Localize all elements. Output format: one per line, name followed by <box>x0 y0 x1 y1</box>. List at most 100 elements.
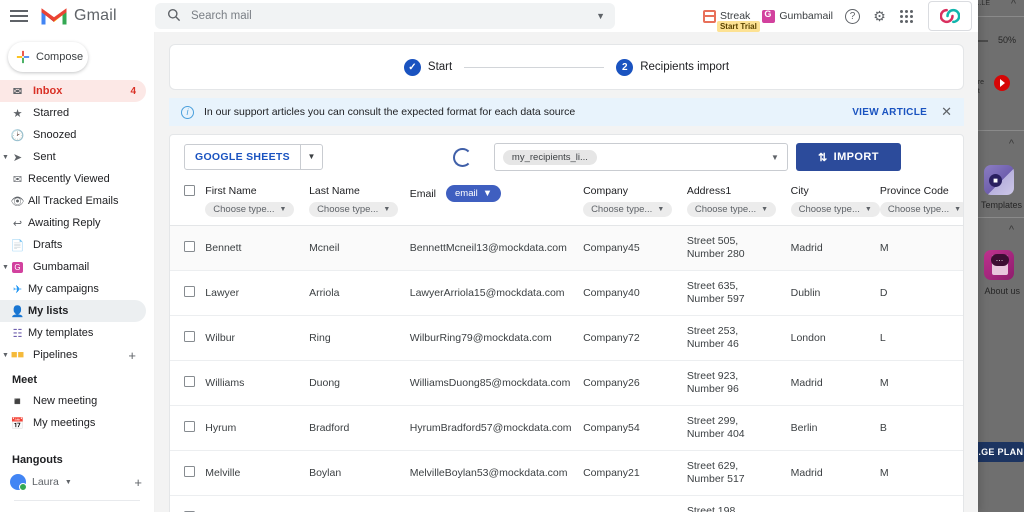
step-start[interactable]: ✓ Start <box>403 58 452 76</box>
streak-button[interactable]: Streak Start Trial <box>702 9 760 32</box>
type-selector[interactable]: Choose type... ▼ <box>583 202 673 217</box>
type-selector[interactable]: Choose type... ▼ <box>686 202 777 217</box>
gear-icon[interactable]: ⚙ <box>872 8 887 24</box>
checkbox-unchecked[interactable] <box>184 420 195 432</box>
cell-city: Rome <box>790 495 880 512</box>
gumbamail-button[interactable]: Gumbamail <box>762 9 833 23</box>
row-select-cell <box>170 270 206 316</box>
sidebar-item-label: Awaiting Reply <box>28 217 101 229</box>
column-header-address1: Address1 Choose type... ▼ <box>686 179 791 226</box>
table-row[interactable]: HarvySpanglerHarvySpangler45@mockdata.co… <box>170 495 963 512</box>
table-row[interactable]: Hyrum Bradford HyrumBradford57@mockdata.co… <box>170 405 963 451</box>
cell-first-name: Lawyer <box>205 270 310 316</box>
sidebar-item-recently-viewed[interactable]: ✉ Recently Viewed <box>0 168 146 190</box>
sidebar-item-label: Drafts <box>33 239 63 251</box>
checkbox-unchecked[interactable] <box>184 285 195 297</box>
sidebar-item-new-meeting[interactable]: ◾ New meeting <box>0 390 146 412</box>
sidebar-item-awaiting-reply[interactable]: ↩ Awaiting Reply <box>0 212 146 234</box>
cell-address1: Street 505, Number 280 <box>686 225 791 271</box>
start-trial-badge[interactable]: Start Trial <box>716 20 760 32</box>
table-row[interactable]: Bennett Mcneil BennettMcneil13@mockdata.co… <box>170 225 963 271</box>
plus-icon[interactable]: + <box>134 475 142 490</box>
play-button-icon[interactable] <box>994 75 1010 91</box>
table-row[interactable]: Wilbur Ring WilburRing79@mockdata.com Compa… <box>170 315 963 361</box>
about-us-tile-icon[interactable]: … <box>984 250 1014 280</box>
hamburger-icon[interactable] <box>10 9 30 23</box>
cell-company: Company45 <box>583 225 687 271</box>
search-input[interactable] <box>191 10 597 22</box>
table-row[interactable]: Melville Boylan MelvilleBoylan53@mockdata.… <box>170 450 963 496</box>
cell-address1: Street 253, Number 46 <box>686 315 791 361</box>
cell-city: Madrid <box>790 450 880 496</box>
sidebar-item-inbox[interactable]: ✉ Inbox 4 <box>0 80 146 102</box>
search-bar[interactable]: ▼ <box>155 3 615 29</box>
source-label[interactable]: GOOGLE SHEETS <box>185 145 300 169</box>
cell-last-name: Bradford <box>309 405 410 451</box>
sidebar-item-my-meetings[interactable]: 📅 My meetings <box>0 412 146 434</box>
question-mark-icon[interactable]: ? <box>845 8 860 24</box>
checkbox-unchecked[interactable] <box>184 465 195 477</box>
sidebar-item-all-tracked-emails[interactable]: 👁 All Tracked Emails <box>0 190 146 212</box>
chevron-down-icon: ▼ <box>482 188 493 199</box>
cell-city: Dublin <box>790 270 880 316</box>
person-icon: 👤 <box>10 305 25 318</box>
templates-icon: ☷ <box>12 327 23 340</box>
table-row[interactable]: Williams Duong WilliamsDuong85@mockdata.co… <box>170 360 963 406</box>
chevron-up-icon[interactable]: ^ <box>1011 0 1016 10</box>
checkbox-unchecked[interactable] <box>184 375 195 387</box>
send-icon: ➤ <box>12 151 23 164</box>
chevron-down-icon[interactable]: ▼ <box>2 154 9 161</box>
chevron-up-icon[interactable]: ^ <box>1009 138 1014 150</box>
row-select-cell <box>170 405 206 451</box>
type-selector[interactable]: Choose type... ▼ <box>205 202 295 217</box>
chevron-up-icon[interactable]: ^ <box>1009 224 1014 236</box>
chevron-down-icon[interactable]: ▼ <box>65 479 72 486</box>
sidebar-item-starred[interactable]: ★ Starred <box>0 102 146 124</box>
chevron-down-icon[interactable]: ▼ <box>2 352 9 359</box>
reply-icon: ↩ <box>12 217 23 230</box>
spinner-icon <box>452 147 472 167</box>
step-recipients-import[interactable]: 2 Recipients import <box>616 58 730 76</box>
checkbox-unchecked[interactable] <box>184 330 195 342</box>
type-selector[interactable]: Choose type... ▼ <box>309 202 399 217</box>
sidebar-item-label: Recently Viewed <box>28 173 110 185</box>
add-pipeline-button[interactable]: + <box>128 348 136 363</box>
type-selector[interactable]: Choose type... ▼ <box>790 202 880 217</box>
type-selector[interactable]: email ▼ <box>446 185 502 202</box>
compose-button[interactable]: Compose <box>8 42 88 72</box>
sidebar-item-label: Pipelines <box>33 349 78 361</box>
sidebar-item-label: All Tracked Emails <box>28 195 119 207</box>
type-selector[interactable]: Choose type... ▼ <box>879 202 963 217</box>
chevron-down-icon[interactable]: ▼ <box>299 145 322 169</box>
sidebar-item-gumbamail[interactable]: ▼ G Gumbamail <box>0 256 146 278</box>
account-avatar[interactable] <box>928 1 972 31</box>
sidebar-item-my-campaigns[interactable]: ✈ My campaigns <box>0 278 146 300</box>
apps-grid-icon[interactable] <box>899 9 914 24</box>
view-article-link[interactable]: VIEW ARTICLE <box>852 107 927 118</box>
cell-city: London <box>790 315 880 361</box>
chevron-down-icon[interactable]: ▼ <box>596 11 605 21</box>
close-icon[interactable]: ✕ <box>941 104 952 120</box>
sidebar-item-sent[interactable]: ▼ ➤ Sent <box>0 146 146 168</box>
sidebar-item-my-templates[interactable]: ☷ My templates <box>0 322 146 344</box>
chevron-down-icon[interactable]: ▼ <box>771 153 779 162</box>
change-plan-button[interactable]: ...GE PLAN <box>972 442 1024 462</box>
sidebar-item-drafts[interactable]: 📄 Drafts <box>0 234 146 256</box>
templates-tile-icon[interactable]: ■ <box>984 165 1014 195</box>
hangouts-user-row[interactable]: Laura ▼ + <box>0 470 154 494</box>
sidebar-item-my-lists[interactable]: 👤 My lists <box>0 300 146 322</box>
gmail-logo[interactable]: Gmail <box>40 6 117 26</box>
sidebar-item-pipelines[interactable]: ▼ ■■ Pipelines + <box>0 344 146 366</box>
sidebar-item-snoozed[interactable]: 🕑 Snoozed <box>0 124 146 146</box>
cell-address1: Street 635, Number 597 <box>686 270 791 316</box>
chevron-down-icon[interactable]: ▼ <box>2 264 9 271</box>
file-select[interactable]: my_recipients_li... ▼ <box>493 143 788 171</box>
import-label: IMPORT <box>833 151 879 163</box>
checkbox-unchecked[interactable] <box>184 240 195 252</box>
gumbamail-label: Gumbamail <box>779 10 833 22</box>
step-label: Recipients import <box>640 61 730 73</box>
import-button[interactable]: ⇅ IMPORT <box>795 143 901 171</box>
table-row[interactable]: Lawyer Arriola LawyerArriola15@mockdata.co… <box>170 270 963 316</box>
checkbox-unchecked[interactable] <box>184 185 195 196</box>
source-selector[interactable]: GOOGLE SHEETS ▼ <box>184 144 323 170</box>
